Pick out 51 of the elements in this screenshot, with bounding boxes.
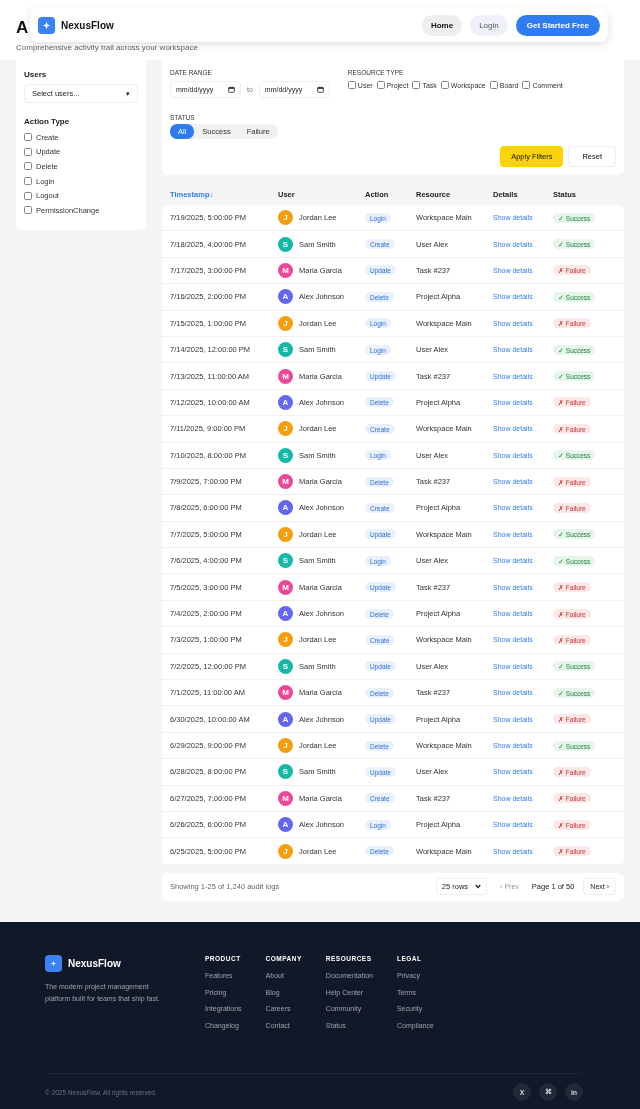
calendar-icon xyxy=(228,86,235,93)
user-avatar: S xyxy=(278,236,293,252)
sparkle-logo-icon xyxy=(38,16,55,34)
user-avatar: J xyxy=(278,738,293,753)
user-avatar: M xyxy=(278,579,293,595)
user-avatar: J xyxy=(278,632,293,648)
checkbox[interactable] xyxy=(24,147,32,156)
user-avatar: A xyxy=(278,394,293,410)
user-avatar: J xyxy=(278,843,293,859)
checkbox[interactable] xyxy=(24,162,32,171)
get-started-button[interactable]: Get Started Free xyxy=(515,14,600,36)
user-avatar: S xyxy=(278,342,293,358)
user-avatar: J xyxy=(278,210,293,226)
user-avatar: J xyxy=(278,421,293,437)
checkbox[interactable] xyxy=(440,81,449,89)
checkbox[interactable] xyxy=(24,191,32,200)
user-avatar: A xyxy=(278,711,293,727)
checkbox[interactable] xyxy=(347,81,356,89)
checkbox[interactable] xyxy=(489,81,498,89)
user-avatar: M xyxy=(278,790,293,806)
user-avatar: A xyxy=(278,500,293,516)
page-title: A xyxy=(16,18,29,38)
checkbox[interactable] xyxy=(24,133,32,142)
checkbox[interactable] xyxy=(24,206,32,215)
nav-link[interactable]: Login xyxy=(470,14,508,36)
user-avatar: A xyxy=(278,606,293,622)
users-label: Users xyxy=(24,70,48,79)
brand-name: NexusFlow xyxy=(68,958,121,969)
user-avatar: S xyxy=(278,447,293,463)
user-avatar: S xyxy=(278,764,293,780)
brand-name: NexusFlow xyxy=(61,19,114,31)
checkbox[interactable] xyxy=(522,81,531,89)
user-avatar: J xyxy=(278,315,293,331)
checkbox[interactable] xyxy=(376,81,385,89)
user-avatar: J xyxy=(278,526,293,542)
page-subtitle: Comprehensive activity trail across your workspace xyxy=(16,43,199,52)
user-avatar: M xyxy=(278,262,293,278)
chevron-down-icon xyxy=(475,884,482,890)
user-avatar: A xyxy=(278,289,293,305)
calendar-icon xyxy=(316,86,324,93)
user-avatar: S xyxy=(278,553,293,569)
user-avatar: A xyxy=(278,817,293,833)
user-avatar: M xyxy=(278,474,293,490)
user-avatar: M xyxy=(278,368,293,384)
nav-link[interactable]: Home xyxy=(421,14,463,36)
user-avatar: M xyxy=(278,685,293,701)
sparkle-logo-icon xyxy=(45,955,62,972)
checkbox[interactable] xyxy=(24,177,32,186)
checkbox[interactable] xyxy=(412,81,421,89)
user-avatar: S xyxy=(278,658,293,674)
action-type-label: Action Type xyxy=(24,117,71,126)
